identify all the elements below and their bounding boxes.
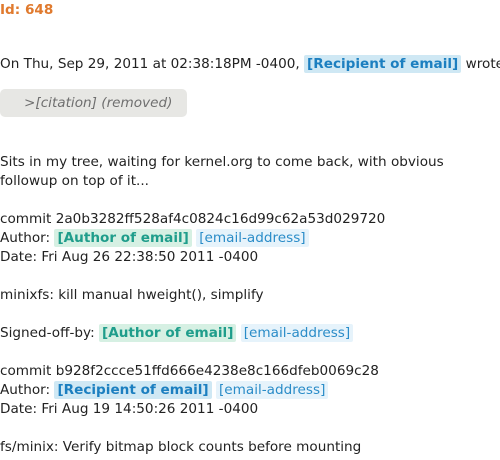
commit-author-1: Author: [Author of email] [email-address… xyxy=(0,229,309,248)
author-badge[interactable]: [Recipient of email] xyxy=(54,381,212,399)
commit-hash-2: commit b928f2ccce51ffd666e4238e8c166dfeb… xyxy=(0,363,379,379)
author-email[interactable]: [email-address] xyxy=(196,229,309,247)
commit-date-2: Date: Fri Aug 19 14:50:26 2011 -0400 xyxy=(0,401,259,417)
commit-hash-1: commit 2a0b3282ff528af4c0824c16d99c62a53… xyxy=(0,211,386,227)
citation-removed[interactable]: >[citation] (removed) xyxy=(0,89,187,117)
quote-intro: On Thu, Sep 29, 2011 at 02:38:18PM -0400… xyxy=(0,55,500,74)
commit-subject-1: minixfs: kill manual hweight(), simplify xyxy=(0,287,264,303)
quote-intro-suffix: wrote: xyxy=(465,56,500,72)
signed-off-by: Signed-off-by: [Author of email] [email-… xyxy=(0,324,354,343)
quote-intro-prefix: On Thu, Sep 29, 2011 at 02:38:18PM -0400… xyxy=(0,56,300,72)
signoff-badge[interactable]: [Author of email] xyxy=(98,324,237,342)
email-id: Id: 648 xyxy=(0,2,54,18)
signoff-email[interactable]: [email-address] xyxy=(240,324,354,342)
recipient-badge[interactable]: [Recipient of email] xyxy=(304,55,462,73)
author-email[interactable]: [email-address] xyxy=(215,381,329,399)
author-label: Author: xyxy=(0,230,51,246)
body-line-1: Sits in my tree, waiting for kernel.org … xyxy=(0,154,444,170)
author-badge[interactable]: [Author of email] xyxy=(54,229,192,247)
commit-date-1: Date: Fri Aug 26 22:38:50 2011 -0400 xyxy=(0,249,259,265)
body-line-2: followup on top of it... xyxy=(0,173,150,189)
commit-author-2: Author: [Recipient of email] [email-addr… xyxy=(0,381,329,400)
email-view: Id: 648 On Thu, Sep 29, 2011 at 02:38:18… xyxy=(0,0,500,460)
author-label: Author: xyxy=(0,382,51,398)
commit-subject-2: fs/minix: Verify bitmap block counts bef… xyxy=(0,439,362,455)
signoff-label: Signed-off-by: xyxy=(0,325,95,341)
